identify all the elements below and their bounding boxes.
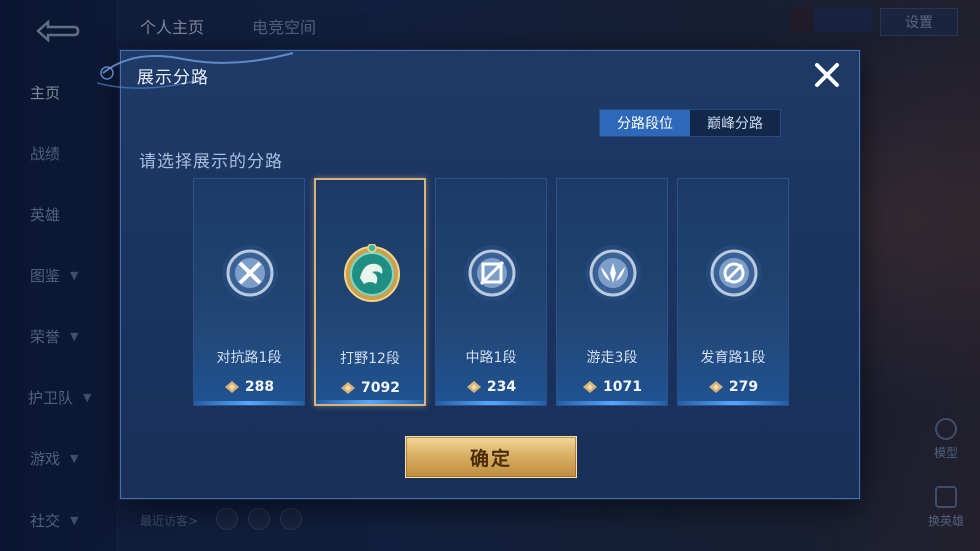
tab-lane-rank[interactable]: 分路段位 (600, 110, 690, 136)
lane-score-value: 234 (486, 379, 517, 395)
lane-score-value: 1071 (603, 379, 642, 395)
dialog-title: 展示分路 (137, 68, 209, 88)
roam-emblem-icon (585, 245, 641, 301)
lane-name: 中路1段 (465, 350, 517, 366)
jungle-dragon-emblem-icon (344, 244, 400, 302)
display-lane-dialog: 展示分路 分路段位 巅峰分路 请选择展示的分路 对抗路1段 288 打野12段 … (96, 50, 860, 499)
lane-card-roam[interactable]: 游走3段 1071 (556, 178, 668, 406)
lane-card-jungle[interactable]: 打野12段 7092 (314, 178, 426, 406)
lane-name: 发育路1段 (700, 350, 766, 366)
lane-card-clash[interactable]: 对抗路1段 288 (193, 178, 305, 406)
mid-lane-emblem-icon (464, 245, 520, 301)
dialog-subtitle: 请选择展示的分路 (139, 152, 283, 172)
lane-score: 279 (678, 379, 788, 395)
tab-peak-lane[interactable]: 巅峰分路 (690, 110, 780, 136)
lane-score: 234 (436, 379, 546, 395)
lane-score-value: 7092 (361, 380, 400, 396)
lane-name: 打野12段 (340, 351, 400, 367)
lane-card-mid[interactable]: 中路1段 234 (435, 178, 547, 406)
rank-score-icon (224, 381, 239, 393)
segment-control: 分路段位 巅峰分路 (599, 109, 781, 137)
close-button[interactable] (809, 57, 845, 93)
confirm-button[interactable]: 确定 (405, 436, 577, 478)
lane-name: 游走3段 (586, 350, 638, 366)
rank-score-icon (341, 382, 356, 394)
lane-score: 7092 (316, 380, 424, 396)
farm-lane-emblem-icon (706, 245, 762, 301)
close-icon (815, 63, 839, 87)
rank-score-icon (466, 381, 481, 393)
lane-score-value: 288 (244, 379, 275, 395)
lane-name: 对抗路1段 (216, 350, 282, 366)
clash-lane-emblem-icon (222, 245, 278, 301)
lane-score: 1071 (557, 379, 667, 395)
lane-score: 288 (194, 379, 304, 395)
rank-score-icon (708, 381, 723, 393)
lane-score-value: 279 (728, 379, 759, 395)
rank-score-icon (583, 381, 598, 393)
lane-card-farm[interactable]: 发育路1段 279 (677, 178, 789, 406)
